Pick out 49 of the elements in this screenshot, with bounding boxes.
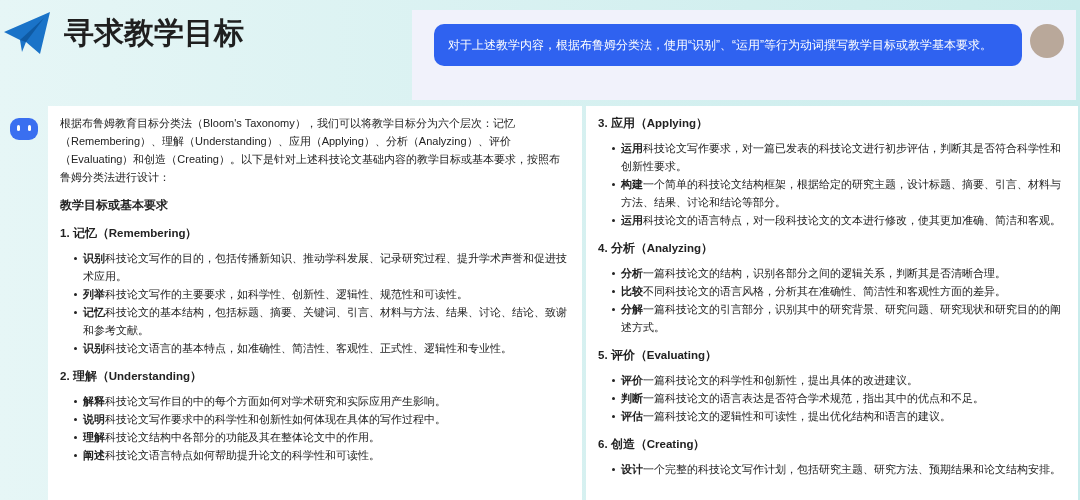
reply-heading: 教学目标或基本要求: [60, 198, 169, 213]
bullet-icon: [74, 436, 77, 439]
section-heading: 4. 分析（Analyzing）: [598, 241, 715, 257]
bullet-text: 设计一个完整的科技论文写作计划，包括研究主题、研究方法、预期结果和论文结构安排。: [621, 462, 1061, 477]
bullet-icon: [74, 418, 77, 421]
bullet-icon: [74, 293, 77, 296]
bullet-text: 运用科技论文写作要求，对一篇已发表的科技论文进行初步评估，判断其是否符合科学性和创新性要求。: [621, 141, 1062, 174]
bullet-icon: [612, 308, 615, 311]
bullet-icon: [612, 219, 615, 222]
bullet-icon: [612, 272, 615, 275]
bullet-icon: [74, 347, 77, 350]
bullet-text: 列举科技论文写作的主要要求，如科学性、创新性、逻辑性、规范性和可读性。: [83, 287, 468, 302]
user-message-bubble: 对于上述教学内容，根据布鲁姆分类法，使用“识别”、“运用”等行为动词撰写教学目标或教学基本要求。: [434, 24, 1022, 66]
bullet-text: 评估一篇科技论文的逻辑性和可读性，提出优化结构和语言的建议。: [621, 409, 951, 424]
robot-icon: [10, 116, 38, 142]
section-heading: 6. 创造（Creating）: [598, 437, 707, 453]
bullet-icon: [74, 400, 77, 403]
bullet-icon: [612, 147, 615, 150]
slide-title: 寻求教学目标: [64, 15, 244, 51]
bullet-text: 识别科技论文语言的基本特点，如准确性、简洁性、客观性、正式性、逻辑性和专业性。: [83, 341, 512, 356]
bullet-text: 分解一篇科技论文的引言部分，识别其中的研究背景、研究问题、研究现状和研究目的的阐述方式。: [621, 302, 1062, 335]
bullet-text: 评价一篇科技论文的科学性和创新性，提出具体的改进建议。: [621, 373, 918, 388]
bullet-text: 判断一篇科技论文的语言表达是否符合学术规范，指出其中的优点和不足。: [621, 391, 984, 406]
bullet-icon: [612, 379, 615, 382]
section-heading: 3. 应用（Applying）: [598, 115, 709, 132]
bullet-icon: [612, 397, 615, 400]
bullet-text: 构建一个简单的科技论文结构框架，根据给定的研究主题，设计标题、摘要、引言、材料与方法、结果、讨论和结论等部分。: [621, 177, 1062, 210]
bullet-text: 理解科技论文结构中各部分的功能及其在整体论文中的作用。: [83, 430, 380, 445]
bullet-icon: [74, 454, 77, 457]
avatar-photo-placeholder: [1030, 24, 1064, 58]
paper-plane-icon: [4, 11, 50, 54]
intro-paragraph: 根据布鲁姆教育目标分类法（Bloom's Taxonomy），我们可以将教学目标分为六个层次：记忆（Remembering）、理解（Understanding）、应用（Applying）、分析（Analyzing）、评价（Evaluating）和创造（Creating）。以下是针对上述科技论文基础内容的教学目标或基本要求，按照布鲁姆分类法进行设计：: [60, 116, 561, 185]
bullet-icon: [612, 290, 615, 293]
bullet-text: 识别科技论文写作的目的，包括传播新知识、推动学科发展、记录研究过程、提升学术声誉和促进技术应用。: [83, 251, 568, 284]
section-heading: 2. 理解（Understanding）: [60, 369, 203, 385]
section-heading: 5. 评价（Evaluating）: [598, 348, 718, 364]
bullet-icon: [612, 468, 615, 471]
section-heading: 1. 记忆（Remembering）: [60, 226, 199, 242]
bullet-icon: [612, 183, 615, 186]
bullet-text: 阐述科技论文语言特点如何帮助提升论文的科学性和可读性。: [83, 448, 380, 463]
bullet-icon: [612, 415, 615, 418]
bullet-icon: [74, 257, 77, 260]
bullet-text: 记忆科技论文的基本结构，包括标题、摘要、关键词、引言、材料与方法、结果、讨论、结论、致谢和参考文献。: [83, 305, 568, 338]
bullet-text: 分析一篇科技论文的结构，识别各部分之间的逻辑关系，判断其是否清晰合理。: [621, 266, 1006, 281]
bullet-text: 解释科技论文写作目的中的每个方面如何对学术研究和实际应用产生影响。: [83, 394, 446, 409]
bullet-icon: [74, 311, 77, 314]
bullet-text: 运用科技论文的语言特点，对一段科技论文的文本进行修改，使其更加准确、简洁和客观。: [621, 213, 1061, 228]
bullet-text: 说明科技论文写作要求中的科学性和创新性如何体现在具体的写作过程中。: [83, 412, 446, 427]
bullet-text: 比较不同科技论文的语言风格，分析其在准确性、简洁性和客观性方面的差异。: [621, 284, 1006, 299]
